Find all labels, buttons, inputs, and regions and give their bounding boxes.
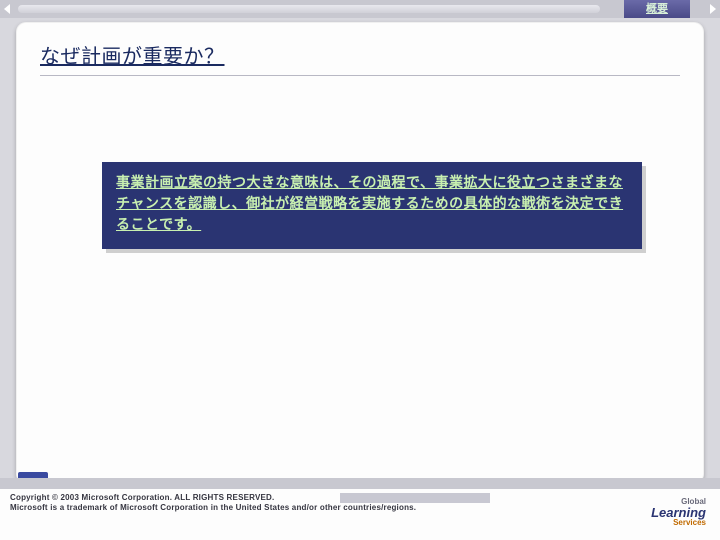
slide-card: なぜ計画が重要か？ 事業計画立案の持つ大きな意味は、その過程で、事業拡大に役立つ… <box>16 22 704 484</box>
next-arrow-icon[interactable] <box>710 4 716 14</box>
progress-track <box>18 5 600 13</box>
topbar: 概要 <box>0 0 720 18</box>
brand-sub: Services <box>651 519 706 527</box>
footer-band <box>340 493 490 503</box>
heading-rule <box>40 75 680 76</box>
highlight-text: 事業計画立案の持つ大きな意味は、その過程で、事業拡大に役立つさまざまなチャンスを… <box>116 172 628 235</box>
section-tab-overview[interactable]: 概要 <box>616 0 698 18</box>
legal-line-2: Microsoft is a trademark of Microsoft Co… <box>10 503 710 513</box>
highlight-box: 事業計画立案の持つ大きな意味は、その過程で、事業拡大に役立つさまざまなチャンスを… <box>102 162 642 249</box>
bottom-strip <box>0 478 720 488</box>
footer: Copyright © 2003 Microsoft Corporation. … <box>0 488 720 540</box>
prev-arrow-icon[interactable] <box>4 4 10 14</box>
brand-logo: Global Learning Services <box>651 497 706 527</box>
slide-heading: なぜ計画が重要か？ <box>40 40 680 69</box>
